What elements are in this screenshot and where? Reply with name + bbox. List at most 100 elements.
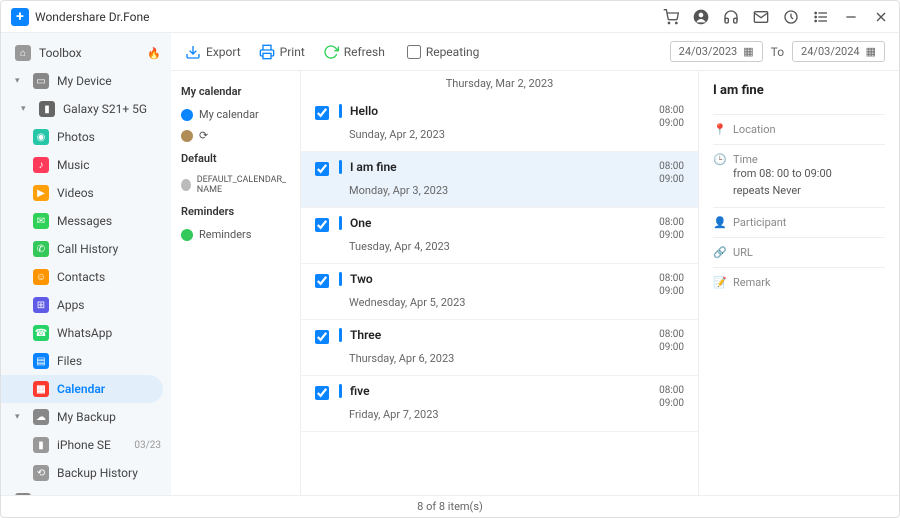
date-from-value: 24/03/2023: [679, 45, 738, 58]
sidebar-files[interactable]: ▤Files: [1, 347, 171, 375]
videos-label: Videos: [57, 186, 94, 200]
date-from-input[interactable]: 24/03/2023 ▦: [670, 41, 763, 62]
event-checkbox[interactable]: [315, 274, 329, 288]
event-item[interactable]: five Friday, Apr 7, 2023 08:0009:00: [301, 376, 698, 432]
repeating-checkbox[interactable]: Repeating: [407, 45, 480, 59]
mail-icon[interactable]: [753, 9, 769, 25]
date-to-input[interactable]: 24/03/2024▦: [792, 41, 885, 62]
whatsapp-icon: ☎: [33, 325, 49, 341]
sidebar-calendar[interactable]: ▦Calendar: [1, 375, 163, 403]
event-top-date: Thursday, Mar 2, 2023: [301, 71, 698, 96]
sidebar-my-backup[interactable]: ▾ ☁ My Backup: [1, 403, 171, 431]
minimize-icon[interactable]: [843, 9, 859, 25]
messages-icon: ✉: [33, 213, 49, 229]
print-icon: [259, 44, 275, 60]
mirror-icon: ▢: [15, 493, 31, 495]
event-times: 08:0009:00: [659, 104, 684, 130]
my-calendar-group: My calendar: [181, 85, 290, 98]
detail-title: I am fine: [713, 83, 885, 98]
sidebar-music[interactable]: ♪Music: [1, 151, 171, 179]
messages-label: Messages: [57, 214, 112, 228]
event-times: 08:0009:00: [659, 328, 684, 354]
event-color-bar: [339, 104, 342, 118]
default-group: Default: [181, 152, 290, 165]
apps-label: Apps: [57, 298, 85, 312]
cal-item-my-calendar[interactable]: My calendar: [181, 104, 290, 125]
calendar-small-icon: ▦: [743, 45, 753, 58]
statusbar-text: 8 of 8 item(s): [417, 500, 483, 513]
refresh-button[interactable]: Refresh: [323, 44, 385, 60]
logo-icon: +: [11, 8, 29, 26]
history-icon[interactable]: [783, 9, 799, 25]
event-item[interactable]: Hello Sunday, Apr 2, 2023 08:0009:00: [301, 96, 698, 152]
app-title: Wondershare Dr.Fone: [35, 10, 150, 24]
sidebar-backup-device[interactable]: ▮iPhone SE03/23: [1, 431, 171, 459]
detail-time: 🕒Timefrom 08: 00 to 09:00 repeats Never: [713, 144, 885, 207]
contacts-icon: ☺: [33, 269, 49, 285]
cal-item-label: My calendar: [199, 108, 259, 121]
check-dot-icon: [181, 109, 193, 121]
sidebar-backup-history[interactable]: ⟲Backup History: [1, 459, 171, 487]
sidebar-device-name[interactable]: ▾ ▮ Galaxy S21+ 5G: [1, 95, 171, 123]
event-date: Sunday, Apr 2, 2023: [349, 128, 649, 141]
event-checkbox[interactable]: [315, 106, 329, 120]
cal-item-default[interactable]: DEFAULT_CALENDAR_NAME: [181, 171, 290, 199]
sidebar-call-history[interactable]: ✆Call History: [1, 235, 171, 263]
chevron-down-icon: ▾: [15, 412, 25, 422]
chevron-down-icon: ▾: [15, 76, 25, 86]
calendar-label: Calendar: [57, 382, 105, 396]
location-label: Location: [733, 123, 776, 136]
reminders-group: Reminders: [181, 205, 290, 218]
event-item[interactable]: I am fine Monday, Apr 3, 2023 08:0009:00: [301, 152, 698, 208]
sidebar-apps[interactable]: ⊞ Apps: [1, 291, 171, 319]
detail-location: 📍Location: [713, 114, 885, 144]
event-checkbox[interactable]: [315, 162, 329, 176]
sidebar-contacts[interactable]: ☺Contacts: [1, 263, 171, 291]
videos-icon: ▶: [33, 185, 49, 201]
print-button[interactable]: Print: [259, 44, 305, 60]
date-range: 24/03/2023▦ To 24/03/2024▦: [670, 41, 885, 62]
sidebar-screen-mirror[interactable]: ▢Screen Mirror: [1, 487, 171, 495]
close-icon[interactable]: [873, 9, 889, 25]
export-button[interactable]: Export: [185, 44, 241, 60]
event-item[interactable]: One Tuesday, Apr 4, 2023 08:0009:00: [301, 208, 698, 264]
event-item[interactable]: Three Thursday, Apr 6, 2023 08:0009:00: [301, 320, 698, 376]
sidebar-photos[interactable]: ◉Photos: [1, 123, 171, 151]
refresh-label: Refresh: [344, 45, 385, 59]
event-times: 08:0009:00: [659, 384, 684, 410]
event-list-pane[interactable]: Thursday, Mar 2, 2023 Hello Sunday, Apr …: [301, 71, 699, 495]
repeating-input[interactable]: [407, 45, 421, 59]
event-color-bar: [339, 384, 342, 398]
cart-icon[interactable]: [663, 9, 679, 25]
event-date: Friday, Apr 7, 2023: [349, 408, 649, 421]
remark-icon: 📝: [713, 276, 725, 289]
cal-item-loading[interactable]: ⟳: [181, 125, 290, 146]
event-date: Thursday, Apr 6, 2023: [349, 352, 649, 365]
backup-device-label: iPhone SE: [57, 438, 111, 452]
event-color-bar: [339, 216, 342, 230]
apps-icon: ⊞: [33, 297, 49, 313]
sidebar-toolbox[interactable]: ⌂ Toolbox 🔥: [1, 39, 171, 67]
music-label: Music: [57, 158, 89, 172]
titlebar: + Wondershare Dr.Fone: [1, 1, 899, 33]
backup-icon: ☁: [33, 409, 49, 425]
event-checkbox[interactable]: [315, 218, 329, 232]
date-to-value: 24/03/2024: [801, 45, 860, 58]
event-checkbox[interactable]: [315, 330, 329, 344]
check-dot-icon: [181, 179, 191, 191]
sidebar-my-device[interactable]: ▾ ▭ My Device: [1, 67, 171, 95]
sidebar-messages[interactable]: ✉ Messages: [1, 207, 171, 235]
sidebar-videos[interactable]: ▶ Videos: [1, 179, 171, 207]
sidebar-whatsapp[interactable]: ☎WhatsApp: [1, 319, 171, 347]
chevron-down-icon: ▾: [21, 104, 31, 114]
iphone-icon: ▮: [33, 437, 49, 453]
cal-item-label: Reminders: [199, 228, 251, 241]
menu-icon[interactable]: [813, 9, 829, 25]
user-icon[interactable]: [693, 9, 709, 25]
event-item[interactable]: Two Wednesday, Apr 5, 2023 08:0009:00: [301, 264, 698, 320]
headset-icon[interactable]: [723, 9, 739, 25]
cal-item-reminders[interactable]: Reminders: [181, 224, 290, 245]
event-title: Two: [350, 272, 373, 286]
event-checkbox[interactable]: [315, 386, 329, 400]
files-label: Files: [57, 354, 82, 368]
